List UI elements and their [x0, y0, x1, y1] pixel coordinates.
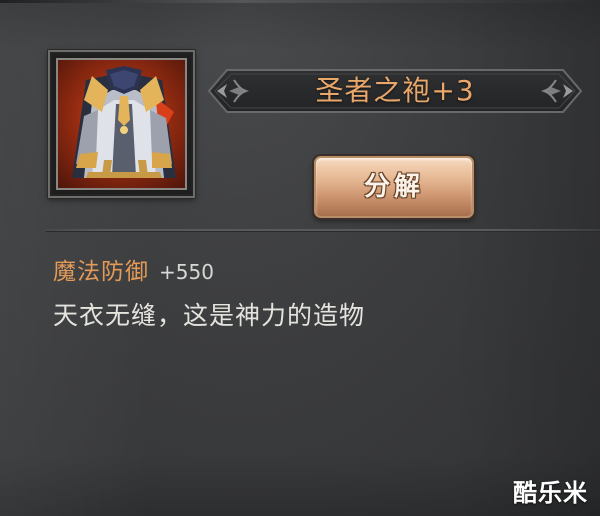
decompose-button-label: 分解: [363, 172, 424, 202]
item-icon-background: [56, 58, 187, 190]
decompose-button[interactable]: 分解: [314, 156, 474, 218]
item-description: 天衣无缝，这是神力的造物: [53, 301, 366, 330]
item-name: 圣者之袍+3: [315, 74, 475, 107]
stat-name: 魔法防御: [53, 259, 149, 285]
item-name-banner: 圣者之袍+3: [205, 66, 585, 116]
item-icon-frame[interactable]: [48, 50, 195, 198]
stat-row-magic-defense: 魔法防御 +550: [53, 252, 214, 286]
panel-top-edge: [0, 0, 600, 3]
robe-armor-icon: [72, 66, 176, 178]
stat-value: +550: [159, 260, 214, 284]
section-divider: [46, 229, 600, 232]
watermark: 酷乐米: [513, 479, 588, 507]
